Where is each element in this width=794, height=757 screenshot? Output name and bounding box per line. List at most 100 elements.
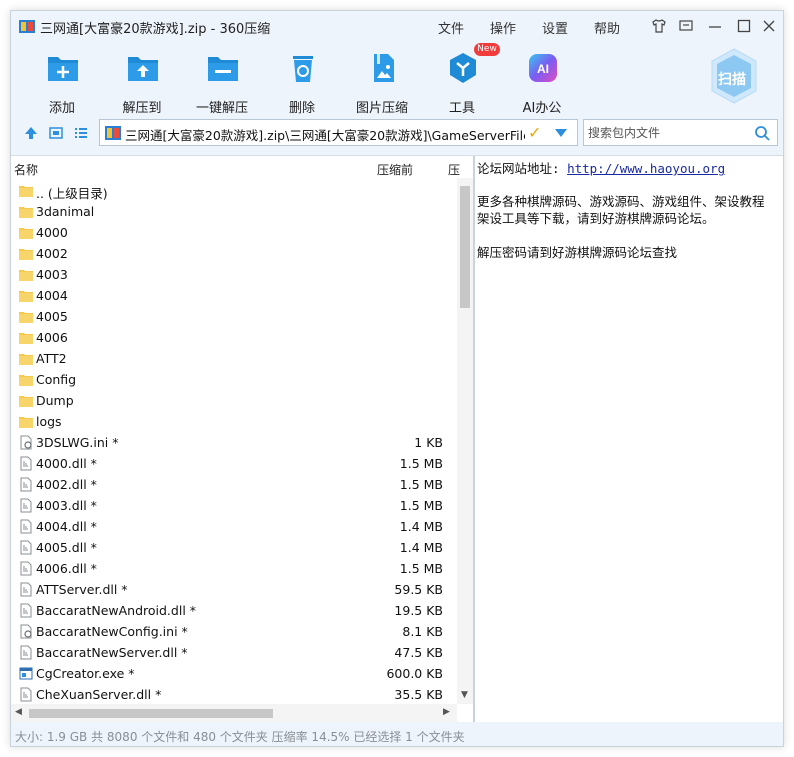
skin-shirt-icon[interactable] — [651, 18, 667, 34]
column-name[interactable]: 名称 — [14, 161, 38, 178]
site-line: 论坛网站地址: http://www.haoyou.org — [477, 158, 725, 177]
file-name: 4002 — [36, 246, 68, 261]
table-row[interactable]: ATTServer.dll * 59.5 KB — [11, 579, 457, 600]
table-row[interactable]: .. (上级目录) — [11, 180, 457, 201]
search-input[interactable] — [588, 124, 748, 142]
table-row[interactable]: 4006.dll * 1.5 MB — [11, 558, 457, 579]
folder-icon — [19, 246, 33, 261]
file-name: 4005.dll * — [36, 540, 97, 555]
table-row[interactable]: Dump — [11, 390, 457, 411]
table-row[interactable]: Config — [11, 369, 457, 390]
ai-icon-text: AI — [537, 62, 549, 76]
file-name: 3danimal — [36, 204, 95, 219]
ai-office-button[interactable]: AI AI办公 — [502, 47, 582, 117]
minimize-icon[interactable] — [707, 18, 723, 34]
table-row[interactable]: BaccaratNewConfig.ini * 8.1 KB — [11, 621, 457, 642]
table-row[interactable]: 3DSLWG.ini * 1 KB — [11, 432, 457, 453]
check-mark-icon: ✓ — [528, 123, 542, 142]
path-bar[interactable]: 三网通[大富豪20款游戏].zip\三网通[大富豪20款游戏]\GameServ… — [99, 119, 578, 146]
file-icon — [19, 540, 33, 555]
archive-app-icon — [19, 20, 35, 33]
image-compress-button[interactable]: 图片压缩 — [342, 47, 422, 117]
menu-file[interactable]: 文件 — [438, 18, 464, 37]
comment-line-3: 解压密码请到好游棋牌源码论坛查找 — [477, 245, 678, 260]
recycle-bin-icon — [293, 56, 313, 82]
table-row[interactable]: CheXuanServer.dll * 35.5 KB — [11, 684, 457, 705]
table-row[interactable]: logs — [11, 411, 457, 432]
file-size: 47.5 KB — [394, 645, 443, 660]
maximize-icon[interactable] — [736, 18, 752, 34]
table-row[interactable]: 4005.dll * 1.4 MB — [11, 537, 457, 558]
comment-line-2: 架设工具等下载，请到好游棋牌源码论坛。 — [477, 211, 715, 226]
ai-office-icon: AI — [529, 54, 557, 82]
table-row[interactable]: 4004.dll * 1.4 MB — [11, 516, 457, 537]
window-title: 三网通[大富豪20款游戏].zip - 360压缩 — [40, 22, 271, 37]
table-row[interactable]: 4006 — [11, 327, 457, 348]
scroll-left-icon[interactable]: ◀ — [15, 707, 22, 717]
table-row[interactable]: 4005 — [11, 306, 457, 327]
feedback-icon[interactable] — [678, 18, 694, 34]
table-row[interactable]: 4002.dll * 1.5 MB — [11, 474, 457, 495]
folder-icon — [19, 225, 33, 240]
table-row[interactable]: 4000 — [11, 222, 457, 243]
file-icon — [19, 456, 33, 471]
menu-settings[interactable]: 设置 — [542, 18, 568, 37]
file-size: 59.5 KB — [394, 582, 443, 597]
up-arrow-icon[interactable] — [23, 125, 39, 141]
delete-button[interactable]: 删除 — [262, 47, 342, 117]
pane-splitter[interactable] — [473, 156, 475, 722]
file-name: ATTServer.dll * — [36, 582, 128, 597]
table-row[interactable]: 4000.dll * 1.5 MB — [11, 453, 457, 474]
extract-to-button[interactable]: 解压到 — [102, 47, 182, 117]
list-view-icon[interactable] — [73, 125, 89, 141]
file-size: 19.5 KB — [394, 603, 443, 618]
scroll-down-icon[interactable]: ▼ — [461, 690, 468, 700]
title-bar: 三网通[大富豪20款游戏].zip - 360压缩 文件 操作 设置 帮助 — [11, 11, 783, 41]
menu-help[interactable]: 帮助 — [594, 18, 620, 37]
settings-file-icon — [19, 435, 33, 450]
file-name: BaccaratNewServer.dll * — [36, 645, 188, 660]
column-compressed[interactable]: 压 — [448, 161, 460, 178]
table-row[interactable]: BaccaratNewAndroid.dll * 19.5 KB — [11, 600, 457, 621]
menu-operate[interactable]: 操作 — [490, 18, 516, 37]
content-area: 名称 压缩前 压 .. (上级目录) 3danimal 4000 4002 4003 40… — [11, 155, 783, 722]
vertical-scrollbar[interactable]: ▼ — [457, 178, 473, 704]
scan-label[interactable]: 扫描 — [718, 69, 746, 89]
thumbnail-view-icon[interactable] — [48, 125, 64, 141]
folder-icon — [19, 267, 33, 282]
image-compress-label: 图片压缩 — [355, 101, 408, 116]
one-click-extract-button[interactable]: 一键解压 — [182, 47, 262, 117]
column-size[interactable]: 压缩前 — [377, 161, 413, 178]
file-name: CgCreator.exe * — [36, 666, 135, 681]
vertical-scroll-thumb[interactable] — [460, 186, 470, 308]
one-click-extract-label: 一键解压 — [195, 101, 248, 116]
horizontal-scrollbar[interactable]: ◀ ▶ — [11, 704, 457, 722]
table-row[interactable]: 4003 — [11, 264, 457, 285]
table-row[interactable]: CgCreator.exe * 600.0 KB — [11, 663, 457, 684]
path-text[interactable]: 三网通[大富豪20款游戏].zip\三网通[大富豪20款游戏]\GameServ… — [125, 125, 525, 144]
site-label: 论坛网站地址: — [477, 161, 560, 176]
search-box[interactable] — [583, 119, 778, 146]
table-row[interactable]: BaccaratNewServer.dll * 47.5 KB — [11, 642, 457, 663]
tools-button[interactable]: 工具 — [422, 47, 502, 117]
table-row[interactable]: 4004 — [11, 285, 457, 306]
folder-icon — [19, 414, 33, 429]
table-row[interactable]: 3danimal — [11, 201, 457, 222]
file-name: 4006 — [36, 330, 68, 345]
table-row[interactable]: 4002 — [11, 243, 457, 264]
chevron-down-icon[interactable] — [555, 129, 567, 137]
table-row[interactable]: ATT2 — [11, 348, 457, 369]
file-name: 4000 — [36, 225, 68, 240]
horizontal-scroll-thumb[interactable] — [29, 709, 273, 718]
close-icon[interactable] — [761, 18, 777, 34]
table-row[interactable]: 4003.dll * 1.5 MB — [11, 495, 457, 516]
folder-icon — [19, 309, 33, 324]
file-size: 1.5 MB — [399, 456, 443, 471]
add-button[interactable]: 添加 — [22, 47, 102, 117]
site-link[interactable]: http://www.haoyou.org — [567, 161, 725, 176]
file-icon — [19, 477, 33, 492]
scroll-right-icon[interactable]: ▶ — [443, 707, 450, 717]
search-icon[interactable] — [754, 125, 770, 141]
extract-to-label: 解压到 — [122, 101, 162, 116]
archive-path-icon — [105, 126, 121, 140]
